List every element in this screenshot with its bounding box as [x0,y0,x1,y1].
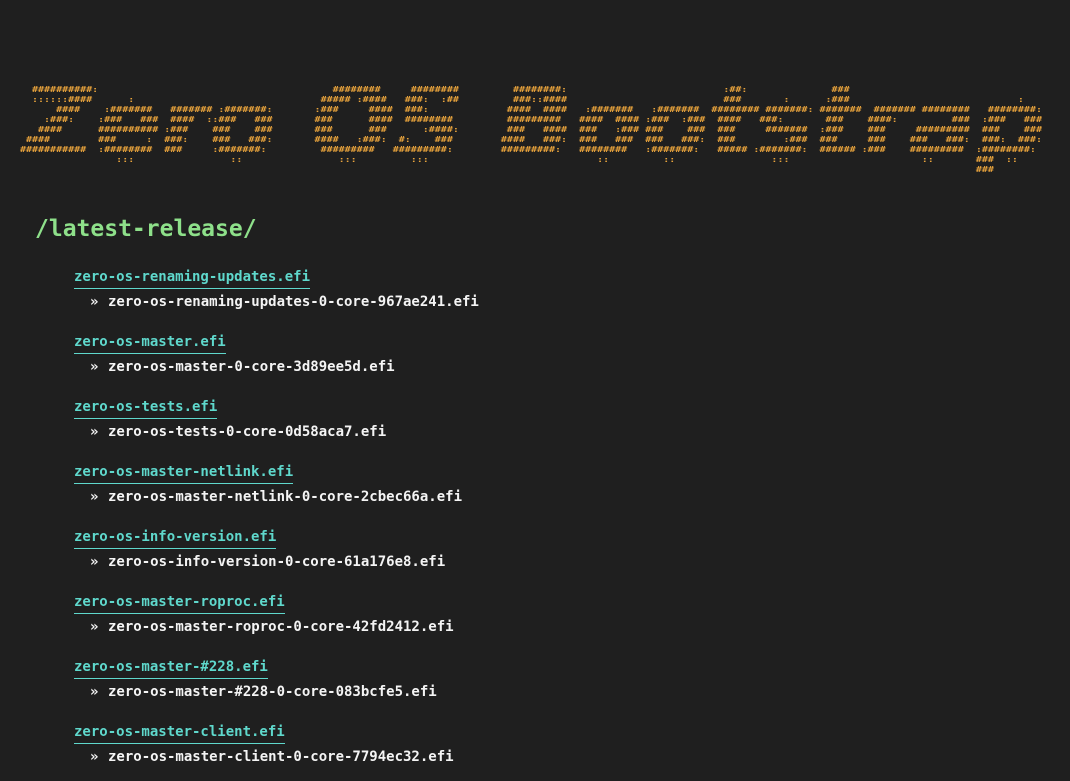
release-file-name: zero-os-tests-0-core-0d58aca7.efi [108,424,387,440]
release-file-name: zero-os-master-#228-0-core-083bcfe5.efi [108,684,437,700]
bullet-icon: » [90,619,99,635]
release-link[interactable]: zero-os-renaming-updates.efi [74,267,311,289]
release-file-name: zero-os-master-netlink-0-core-2cbec66a.e… [108,489,463,505]
banner-row: ::: :: ::: ::: :: :: ::: :: ### :: [20,155,1060,164]
banner-row: ::::::#### : ##### :#### ###: :## ###::#… [20,95,1060,104]
bullet-icon: » [90,749,99,765]
ascii-art-banner-graphic: ##########: ######## ######## ########: … [20,85,1060,174]
release-file-name: zero-os-renaming-updates-0-core-967ae241… [108,294,479,310]
release-file-name: zero-os-master-roproc-0-core-42fd2412.ef… [108,619,454,635]
section-title: /latest-release/ [35,216,257,242]
release-link[interactable]: zero-os-info-version.efi [74,527,277,549]
release-link[interactable]: zero-os-master-client.efi [74,722,285,744]
release-item: zero-os-renaming-updates.efi » zero-os-ren… [74,266,479,331]
banner-row: #### :####### ####### :#######: :### ###… [20,105,1060,114]
release-file-row: » zero-os-renaming-updates-0-core-967ae24… [74,292,479,312]
release-item: zero-os-master-roproc.efi » zero-os-master… [74,591,479,656]
release-item: zero-os-master-netlink.efi » zero-os-maste… [74,461,479,526]
release-item: zero-os-master-#228.efi » zero-os-master-#… [74,656,479,721]
release-file-row: » zero-os-master-roproc-0-core-42fd2412.e… [74,617,479,637]
bullet-icon: » [90,489,99,505]
bullet-icon: » [90,554,99,570]
bullet-icon: » [90,684,99,700]
banner-row: #### ########## :### ### ### ### ### :##… [20,125,1060,134]
banner-row: ### [20,165,1060,174]
release-link[interactable]: zero-os-master.efi [74,332,226,354]
release-item: zero-os-info-version.efi » zero-os-info-ve… [74,526,479,591]
release-item: zero-os-master.efi » zero-os-master-0-core… [74,331,479,396]
release-file-row: » zero-os-master-netlink-0-core-2cbec66a.… [74,487,479,507]
banner-row: :###: :### ### #### ::### ### ### #### #… [20,115,1060,124]
bullet-icon: » [90,294,99,310]
banner-row: #### ### : ###: ### ###: #### :###: #: #… [20,135,1060,144]
release-link[interactable]: zero-os-master-netlink.efi [74,462,294,484]
release-file-row: » zero-os-master-client-0-core-7794ec32.e… [74,747,479,767]
release-file-row: » zero-os-tests-0-core-0d58aca7.efi [74,422,479,442]
release-file-row: » zero-os-info-version-0-core-61a176e8.ef… [74,552,479,572]
release-file-name: zero-os-master-0-core-3d89ee5d.efi [108,359,395,375]
banner-row: ########### :######## ### :#######: ####… [20,145,1060,154]
release-list: zero-os-renaming-updates.efi » zero-os-ren… [74,266,479,781]
bullet-icon: » [90,359,99,375]
release-link[interactable]: zero-os-tests.efi [74,397,218,419]
release-file-name: zero-os-info-version-0-core-61a176e8.efi [108,554,446,570]
bullet-icon: » [90,424,99,440]
ascii-art-banner: ##########: ######## ######## ########: … [20,14,1060,202]
banner-row: ##########: ######## ######## ########: … [20,85,1060,94]
release-file-row: » zero-os-master-0-core-3d89ee5d.efi [74,357,479,377]
release-link[interactable]: zero-os-master-roproc.efi [74,592,285,614]
release-file-name: zero-os-master-client-0-core-7794ec32.ef… [108,749,454,765]
release-file-row: » zero-os-master-#228-0-core-083bcfe5.efi [74,682,479,702]
release-item: zero-os-master-client.efi » zero-os-master… [74,721,479,781]
release-item: zero-os-tests.efi » zero-os-tests-0-core-0… [74,396,479,461]
release-link[interactable]: zero-os-master-#228.efi [74,657,268,679]
